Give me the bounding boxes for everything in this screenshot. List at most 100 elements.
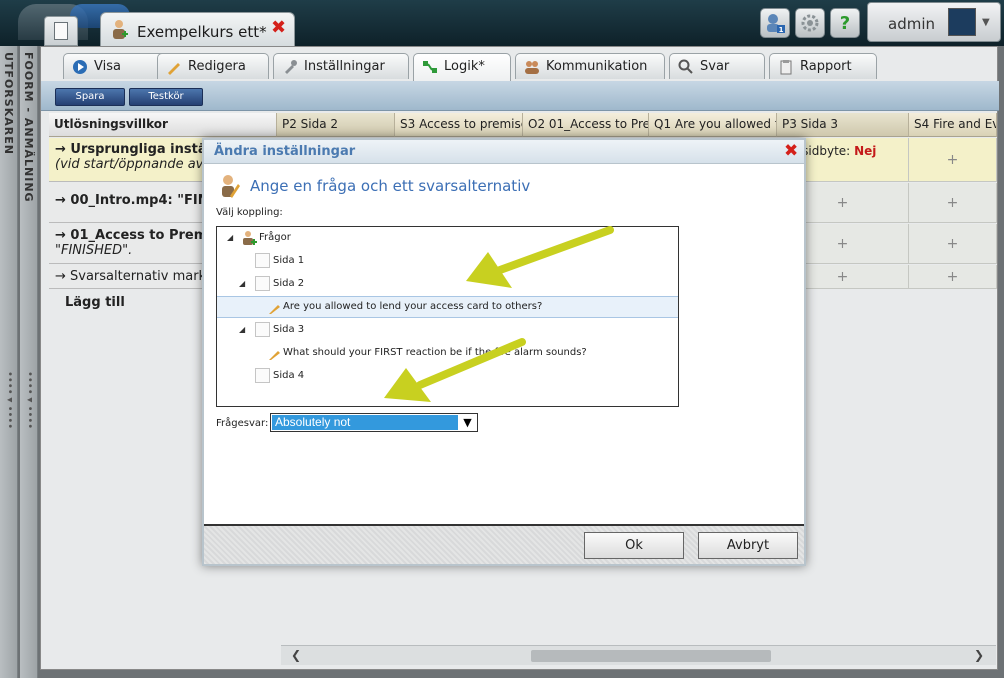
dialog-titlebar[interactable]: Ändra inställningar ✖ [204,140,804,164]
avatar [948,8,976,36]
info-icon[interactable]: 1 [760,8,790,38]
col-header[interactable]: P2 Sida 2 [277,113,395,137]
rail-handle-icon[interactable]: ••••◂•••• [4,371,15,429]
page-checkbox[interactable] [255,253,270,268]
tab-installningar[interactable]: Inställningar [273,53,409,79]
col-header[interactable]: S3 Access to premises [395,113,523,137]
explorer-rail[interactable]: UTFORSKAREN ••••◂•••• [0,46,18,678]
questions-icon [243,231,257,245]
answer-label: Frågesvar: [216,418,269,429]
user-menu[interactable]: admin ▼ [867,2,1001,42]
person-add-icon [113,20,128,39]
dialog-heading: Ange en fråga och ett svarsalternativ [220,174,780,198]
tab-label: Svar [700,59,730,74]
tree-node-root[interactable]: ◢ Frågor [227,228,667,248]
answer-select[interactable]: Absolutely not ▼ [270,413,478,432]
tree-node-question-selected[interactable]: Are you allowed to lend your access card… [217,296,678,318]
col-header[interactable]: O2 01_Access to Premi [523,113,649,137]
horizontal-scrollbar[interactable]: ❮ ❯ [281,645,996,665]
save-button[interactable]: Spara [55,88,125,106]
expand-icon[interactable]: ◢ [239,320,245,340]
page-checkbox[interactable] [255,322,270,337]
dialog-heading-text: Ange en fråga och ett svarsalternativ [250,177,531,195]
course-tab[interactable]: Exempelkurs ett* ✖ [100,12,295,46]
col-header[interactable]: S4 Fire and Eva [909,113,997,137]
top-bar: Exempelkurs ett* ✖ 1 ? admin ▼ [0,0,1004,46]
tab-kommunikation[interactable]: Kommunikation [515,53,665,79]
ok-button[interactable]: Ok [584,532,684,559]
user-name: admin [888,15,935,33]
grid-cell-add[interactable]: + [909,138,997,182]
gear-glyph [801,14,819,32]
info-badge: 1 [779,26,784,34]
document-icon [54,22,68,40]
course-tab-label: Exempelkurs ett* [137,23,267,41]
tree-node-page[interactable]: Sida 1 [255,251,655,271]
answer-select-value: Absolutely not [272,415,458,430]
tab-visa[interactable]: Visa [63,53,169,79]
expand-icon[interactable]: ◢ [239,274,245,294]
registration-rail-label: FOORM - ANMÄLNING [22,52,35,203]
tab-label: Inställningar [304,59,385,74]
col-header[interactable]: Q1 Are you allowed to [649,113,777,137]
grid-cell-add[interactable]: + [909,224,997,264]
scroll-right-icon[interactable]: ❯ [974,648,984,662]
dialog-footer: Ok Avbryt [204,524,804,564]
tab-label: Rapport [800,59,852,74]
tab-rapport[interactable]: Rapport [769,53,877,79]
tree-node-label: Are you allowed to lend your access card… [283,301,543,312]
page-checkbox[interactable] [255,368,270,383]
help-icon[interactable]: ? [830,8,860,38]
explorer-rail-label: UTFORSKAREN [2,52,15,155]
tab-redigera[interactable]: Redigera [157,53,269,79]
tree-node-label: What should your FIRST reaction be if th… [283,347,587,358]
rail-handle-icon[interactable]: ••••◂•••• [24,371,35,429]
tab-label: Redigera [188,59,246,74]
clipboard-icon [780,60,792,75]
test-run-button[interactable]: Testkör [129,88,203,106]
gear-icon[interactable] [795,8,825,38]
edit-person-icon [222,175,240,198]
dialog-title: Ändra inställningar [214,144,356,159]
settings-dialog: Ändra inställningar ✖ Ange en fråga och … [202,138,806,566]
tree-node-page[interactable]: Sida 4 [255,366,655,386]
play-icon [73,60,87,74]
close-tab-icon[interactable]: ✖ [271,17,286,38]
tree-node-label: Sida 3 [273,324,305,335]
pencil-icon [269,305,280,314]
tree-node-label: Sida 4 [273,370,305,381]
logic-icon [423,61,437,73]
expand-icon[interactable]: ◢ [227,228,233,248]
scroll-thumb[interactable] [531,650,771,662]
cancel-button[interactable]: Avbryt [698,532,798,559]
home-button[interactable] [44,16,78,46]
pencil-icon [269,351,280,360]
link-label: Välj koppling: [216,207,283,218]
tab-label: Visa [94,59,121,74]
wrench-icon [285,60,297,74]
tree-node-page[interactable]: ◢ Sida 2 [239,274,659,294]
col-header[interactable]: P3 Sida 3 [777,113,909,137]
help-glyph: ? [839,12,851,34]
toolbar: Spara Testkör [41,81,999,111]
grid-cell-add[interactable]: + [909,265,997,289]
main-tabs: Visa Redigera Inställningar Logik* Kommu… [41,53,999,81]
tab-label: Kommunikation [546,59,648,74]
page-checkbox[interactable] [255,276,270,291]
registration-rail[interactable]: FOORM - ANMÄLNING ••••◂•••• [20,46,38,678]
grid-cell-add[interactable]: + [909,183,997,223]
close-icon[interactable]: ✖ [784,141,798,161]
tree-node-page[interactable]: ◢ Sida 3 [239,320,659,340]
people-icon [525,61,539,74]
tab-logik[interactable]: Logik* [413,53,511,81]
tab-label: Logik* [444,59,485,74]
tree-node-label: Frågor [259,232,291,243]
tree-node-label: Sida 1 [273,255,305,266]
scroll-left-icon[interactable]: ❮ [291,648,301,662]
search-icon [678,59,693,74]
tree-node-question[interactable]: What should your FIRST reaction be if th… [269,343,669,363]
chevron-down-icon[interactable]: ▼ [459,415,476,430]
question-tree[interactable]: ◢ Frågor Sida 1 ◢ Sida 2 Are you allowed… [216,226,679,407]
tab-svar[interactable]: Svar [669,53,765,79]
info-person-icon: 1 [767,14,785,34]
